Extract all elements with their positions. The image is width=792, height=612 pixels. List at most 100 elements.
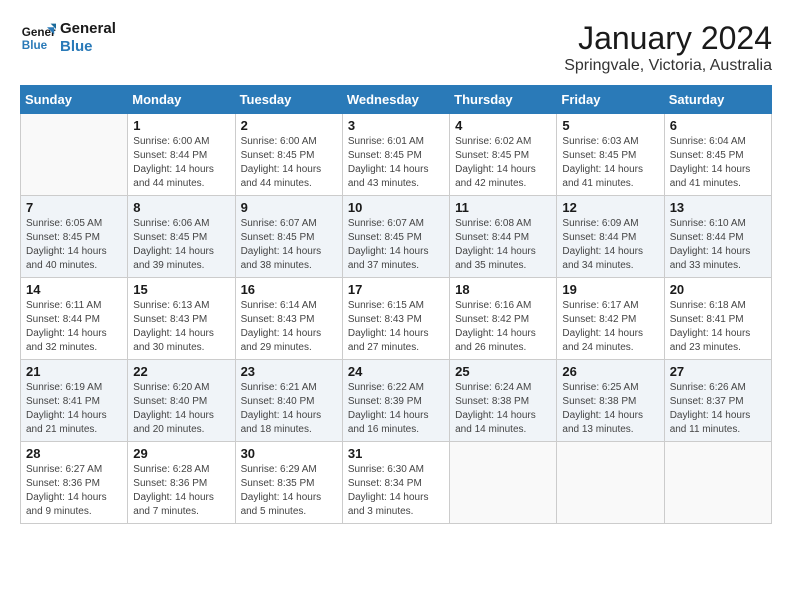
header: General Blue General Blue January 2024 S… <box>20 20 772 75</box>
day-info: Sunrise: 6:27 AM Sunset: 8:36 PM Dayligh… <box>26 463 122 519</box>
day-info: Sunrise: 6:30 AM Sunset: 8:34 PM Dayligh… <box>348 463 444 519</box>
day-number: 22 <box>133 364 229 379</box>
day-number: 1 <box>133 118 229 133</box>
calendar-cell: 31 Sunrise: 6:30 AM Sunset: 8:34 PM Dayli… <box>342 442 449 524</box>
day-number: 29 <box>133 446 229 461</box>
day-info: Sunrise: 6:09 AM Sunset: 8:44 PM Dayligh… <box>562 217 658 273</box>
day-number: 30 <box>241 446 337 461</box>
day-number: 21 <box>26 364 122 379</box>
weekday-header-monday: Monday <box>128 86 235 114</box>
day-number: 12 <box>562 200 658 215</box>
calendar-cell: 20 Sunrise: 6:18 AM Sunset: 8:41 PM Dayli… <box>664 278 771 360</box>
week-row-4: 21Sunrise: 6:19 AM Sunset: 8:41 PM Dayli… <box>21 360 772 442</box>
day-number: 9 <box>241 200 337 215</box>
day-number: 17 <box>348 282 444 297</box>
day-number: 3 <box>348 118 444 133</box>
day-number: 18 <box>455 282 551 297</box>
calendar-cell: 3 Sunrise: 6:01 AM Sunset: 8:45 PM Daylig… <box>342 114 449 196</box>
day-info: Sunrise: 6:29 AM Sunset: 8:35 PM Dayligh… <box>241 463 337 519</box>
day-info: Sunrise: 6:03 AM Sunset: 8:45 PM Dayligh… <box>562 135 658 191</box>
week-row-3: 14Sunrise: 6:11 AM Sunset: 8:44 PM Dayli… <box>21 278 772 360</box>
calendar-cell: 24 Sunrise: 6:22 AM Sunset: 8:39 PM Dayli… <box>342 360 449 442</box>
day-info: Sunrise: 6:15 AM Sunset: 8:43 PM Dayligh… <box>348 299 444 355</box>
day-info: Sunrise: 6:07 AM Sunset: 8:45 PM Dayligh… <box>241 217 337 273</box>
day-info: Sunrise: 6:08 AM Sunset: 8:44 PM Dayligh… <box>455 217 551 273</box>
day-info: Sunrise: 6:05 AM Sunset: 8:45 PM Dayligh… <box>26 217 122 273</box>
calendar-cell: 11 Sunrise: 6:08 AM Sunset: 8:44 PM Dayli… <box>450 196 557 278</box>
weekday-header-thursday: Thursday <box>450 86 557 114</box>
weekday-header-sunday: Sunday <box>21 86 128 114</box>
day-number: 15 <box>133 282 229 297</box>
calendar-cell: 12 Sunrise: 6:09 AM Sunset: 8:44 PM Dayli… <box>557 196 664 278</box>
calendar-cell: 30 Sunrise: 6:29 AM Sunset: 8:35 PM Dayli… <box>235 442 342 524</box>
calendar-cell: 15 Sunrise: 6:13 AM Sunset: 8:43 PM Dayli… <box>128 278 235 360</box>
logo-general: General <box>60 20 116 38</box>
day-info: Sunrise: 6:07 AM Sunset: 8:45 PM Dayligh… <box>348 217 444 273</box>
day-number: 24 <box>348 364 444 379</box>
logo-blue: Blue <box>60 38 116 56</box>
day-info: Sunrise: 6:24 AM Sunset: 8:38 PM Dayligh… <box>455 381 551 437</box>
calendar-cell: 25 Sunrise: 6:24 AM Sunset: 8:38 PM Dayli… <box>450 360 557 442</box>
calendar-cell: 16 Sunrise: 6:14 AM Sunset: 8:43 PM Dayli… <box>235 278 342 360</box>
week-row-2: 7 Sunrise: 6:05 AM Sunset: 8:45 PM Daylig… <box>21 196 772 278</box>
day-number: 5 <box>562 118 658 133</box>
day-info: Sunrise: 6:22 AM Sunset: 8:39 PM Dayligh… <box>348 381 444 437</box>
calendar-cell: 10 Sunrise: 6:07 AM Sunset: 8:45 PM Dayli… <box>342 196 449 278</box>
day-info: Sunrise: 6:26 AM Sunset: 8:37 PM Dayligh… <box>670 381 766 437</box>
logo: General Blue General Blue <box>20 20 116 56</box>
month-title: January 2024 <box>564 20 772 57</box>
weekday-header-friday: Friday <box>557 86 664 114</box>
day-number: 20 <box>670 282 766 297</box>
week-row-5: 28Sunrise: 6:27 AM Sunset: 8:36 PM Dayli… <box>21 442 772 524</box>
day-info: Sunrise: 6:20 AM Sunset: 8:40 PM Dayligh… <box>133 381 229 437</box>
day-number: 7 <box>26 200 122 215</box>
calendar-cell <box>664 442 771 524</box>
calendar-cell: 22 Sunrise: 6:20 AM Sunset: 8:40 PM Dayli… <box>128 360 235 442</box>
calendar: SundayMondayTuesdayWednesdayThursdayFrid… <box>20 85 772 524</box>
calendar-cell: 21Sunrise: 6:19 AM Sunset: 8:41 PM Dayli… <box>21 360 128 442</box>
day-info: Sunrise: 6:00 AM Sunset: 8:45 PM Dayligh… <box>241 135 337 191</box>
calendar-cell <box>450 442 557 524</box>
day-info: Sunrise: 6:02 AM Sunset: 8:45 PM Dayligh… <box>455 135 551 191</box>
day-info: Sunrise: 6:01 AM Sunset: 8:45 PM Dayligh… <box>348 135 444 191</box>
day-info: Sunrise: 6:14 AM Sunset: 8:43 PM Dayligh… <box>241 299 337 355</box>
calendar-cell: 5 Sunrise: 6:03 AM Sunset: 8:45 PM Daylig… <box>557 114 664 196</box>
calendar-cell: 13Sunrise: 6:10 AM Sunset: 8:44 PM Dayli… <box>664 196 771 278</box>
day-number: 6 <box>670 118 766 133</box>
day-info: Sunrise: 6:25 AM Sunset: 8:38 PM Dayligh… <box>562 381 658 437</box>
day-info: Sunrise: 6:06 AM Sunset: 8:45 PM Dayligh… <box>133 217 229 273</box>
weekday-header-saturday: Saturday <box>664 86 771 114</box>
calendar-cell: 28Sunrise: 6:27 AM Sunset: 8:36 PM Dayli… <box>21 442 128 524</box>
calendar-cell <box>557 442 664 524</box>
calendar-cell: 1 Sunrise: 6:00 AM Sunset: 8:44 PM Daylig… <box>128 114 235 196</box>
calendar-cell: 2Sunrise: 6:00 AM Sunset: 8:45 PM Daylig… <box>235 114 342 196</box>
day-number: 4 <box>455 118 551 133</box>
day-number: 8 <box>133 200 229 215</box>
day-number: 27 <box>670 364 766 379</box>
calendar-cell: 18 Sunrise: 6:16 AM Sunset: 8:42 PM Dayli… <box>450 278 557 360</box>
day-info: Sunrise: 6:28 AM Sunset: 8:36 PM Dayligh… <box>133 463 229 519</box>
day-info: Sunrise: 6:11 AM Sunset: 8:44 PM Dayligh… <box>26 299 122 355</box>
svg-text:Blue: Blue <box>22 39 48 52</box>
day-number: 11 <box>455 200 551 215</box>
calendar-cell: 6 Sunrise: 6:04 AM Sunset: 8:45 PM Daylig… <box>664 114 771 196</box>
day-number: 10 <box>348 200 444 215</box>
calendar-cell: 7 Sunrise: 6:05 AM Sunset: 8:45 PM Daylig… <box>21 196 128 278</box>
day-info: Sunrise: 6:17 AM Sunset: 8:42 PM Dayligh… <box>562 299 658 355</box>
day-number: 26 <box>562 364 658 379</box>
day-info: Sunrise: 6:13 AM Sunset: 8:43 PM Dayligh… <box>133 299 229 355</box>
day-info: Sunrise: 6:21 AM Sunset: 8:40 PM Dayligh… <box>241 381 337 437</box>
title-area: January 2024 Springvale, Victoria, Austr… <box>564 20 772 75</box>
logo-icon: General Blue <box>20 20 56 56</box>
calendar-cell: 23Sunrise: 6:21 AM Sunset: 8:40 PM Dayli… <box>235 360 342 442</box>
calendar-cell: 14Sunrise: 6:11 AM Sunset: 8:44 PM Dayli… <box>21 278 128 360</box>
calendar-cell <box>21 114 128 196</box>
day-info: Sunrise: 6:04 AM Sunset: 8:45 PM Dayligh… <box>670 135 766 191</box>
day-number: 19 <box>562 282 658 297</box>
day-info: Sunrise: 6:16 AM Sunset: 8:42 PM Dayligh… <box>455 299 551 355</box>
day-number: 25 <box>455 364 551 379</box>
day-number: 16 <box>241 282 337 297</box>
day-info: Sunrise: 6:18 AM Sunset: 8:41 PM Dayligh… <box>670 299 766 355</box>
day-info: Sunrise: 6:00 AM Sunset: 8:44 PM Dayligh… <box>133 135 229 191</box>
day-number: 31 <box>348 446 444 461</box>
